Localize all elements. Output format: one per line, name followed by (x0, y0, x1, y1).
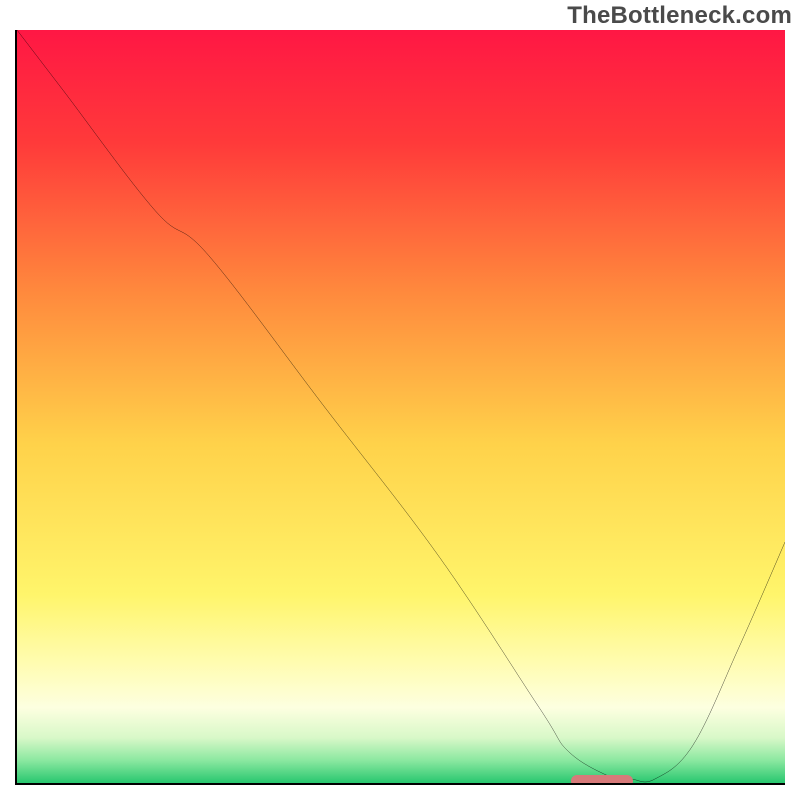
plot-area (15, 30, 785, 785)
curve-layer (17, 30, 785, 783)
watermark-text: TheBottleneck.com (567, 2, 792, 30)
optimal-range-marker (571, 775, 633, 785)
bottleneck-curve (17, 30, 785, 782)
chart-container: TheBottleneck.com (0, 0, 800, 800)
